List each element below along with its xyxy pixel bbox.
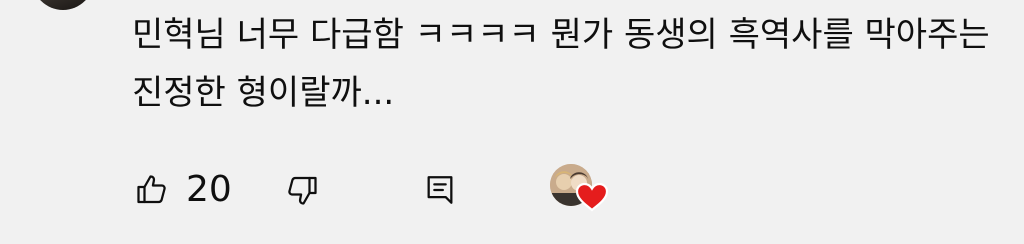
heart-icon	[575, 182, 609, 212]
thumbs-down-icon	[288, 176, 317, 205]
thumbs-up-icon	[137, 175, 166, 204]
reply-icon	[427, 176, 453, 204]
comment-action-bar: 20	[132, 164, 732, 214]
commenter-avatar[interactable]	[32, 0, 94, 10]
like-button[interactable]	[132, 166, 172, 214]
dislike-button[interactable]	[282, 166, 322, 214]
creator-heart-badge[interactable]	[550, 164, 610, 214]
reply-button[interactable]	[420, 166, 460, 214]
like-count: 20	[186, 169, 232, 210]
comment-text: 민혁님 너무 다급함 ㅋㅋㅋㅋ 뭔가 동생의 흑역사를 막아주는 진정한 형이랄…	[132, 15, 990, 113]
